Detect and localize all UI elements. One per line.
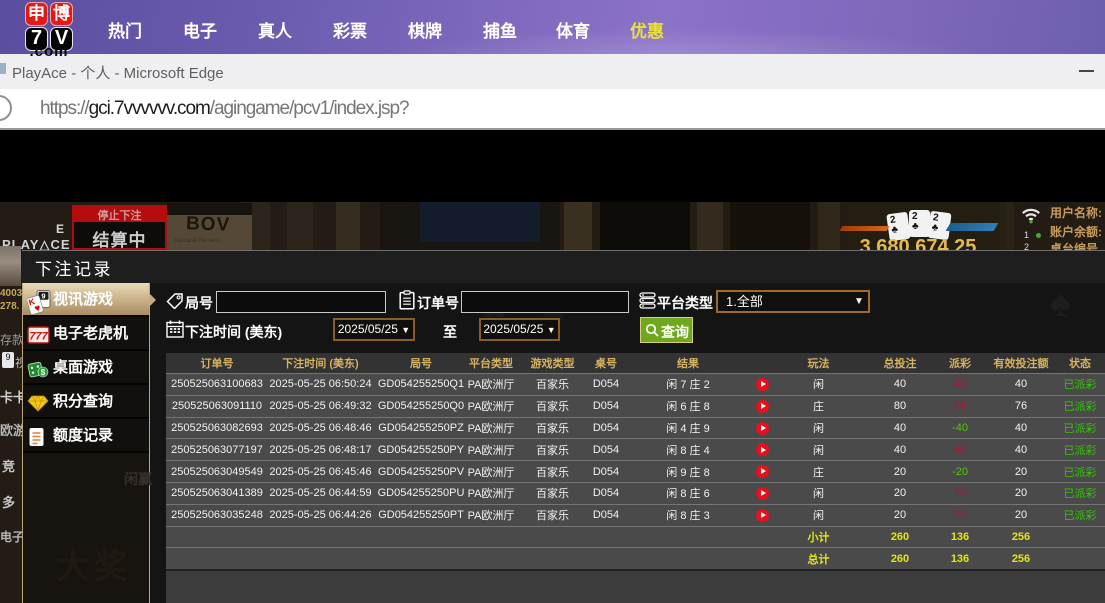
svg-text:$: $ [41,368,46,377]
svg-text:9: 9 [41,292,45,301]
svg-text:777: 777 [29,331,48,343]
